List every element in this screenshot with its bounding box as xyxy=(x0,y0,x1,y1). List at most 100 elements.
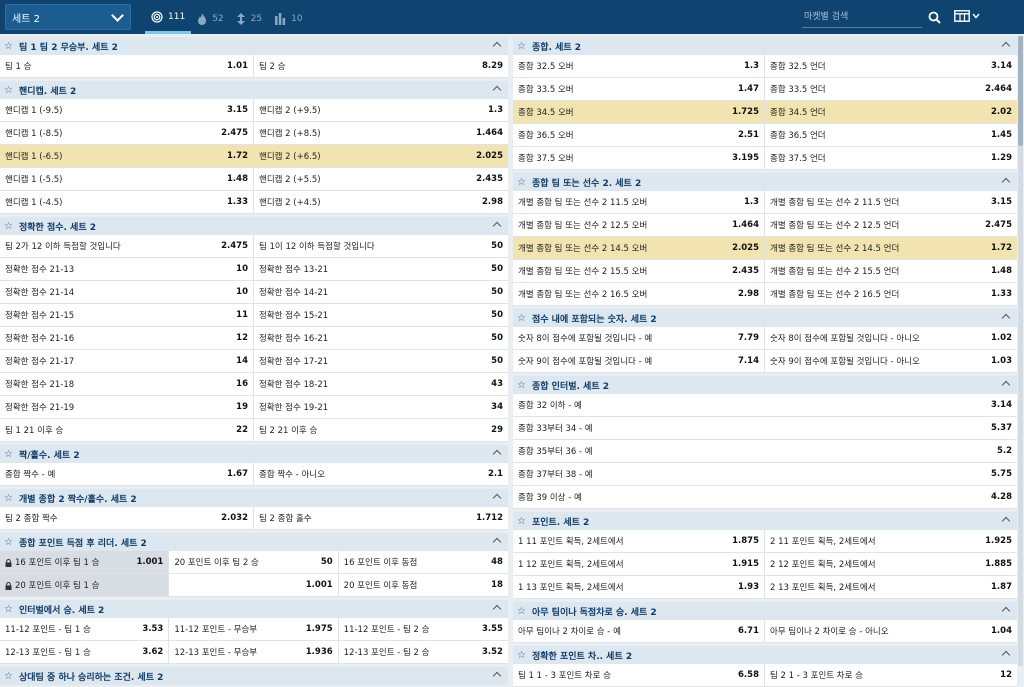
odds-cell[interactable]: 종합 32 이하 - 예 3.14 xyxy=(513,394,1017,416)
market-header[interactable]: ☆ 종합 포인트 득점 후 리더. 세트 2 xyxy=(0,533,508,551)
odds-cell[interactable]: 16 포인트 이후 동점 48 xyxy=(339,551,508,573)
odds-cell[interactable]: 핸디캡 2 (+6.5) 2.025 xyxy=(254,145,508,167)
odds-cell[interactable]: 11-12 포인트 - 무승부 1.975 xyxy=(169,618,339,640)
odds-cell[interactable]: 종합 33부터 34 - 예 5.37 xyxy=(513,417,1017,439)
odds-cell[interactable]: 정확한 점수 19-21 34 xyxy=(254,396,508,418)
layout-toggle-button[interactable] xyxy=(954,10,980,22)
market-header[interactable]: ☆ 종합 팀 또는 선수 2. 세트 2 xyxy=(513,173,1017,191)
market-header[interactable]: ☆ 정확한 점수. 세트 2 xyxy=(0,217,508,235)
collapse-caret-icon[interactable] xyxy=(492,221,502,231)
odds-cell[interactable]: 종합 33.5 언더 2.464 xyxy=(765,78,1017,100)
odds-cell[interactable]: 핸디캡 1 (-9.5) 3.15 xyxy=(0,99,254,121)
odds-cell[interactable]: 12-13 포인트 - 무승부 1.936 xyxy=(169,641,339,663)
odds-cell[interactable]: 팀 2 종합 홀수 1.712 xyxy=(254,507,508,529)
odds-cell[interactable]: 종합 35부터 36 - 예 5.2 xyxy=(513,440,1017,462)
star-icon[interactable]: ☆ xyxy=(517,313,526,324)
collapse-caret-icon[interactable] xyxy=(1001,177,1011,187)
collapse-caret-icon[interactable] xyxy=(1001,380,1011,390)
odds-cell[interactable]: 종합 37.5 오버 3.195 xyxy=(513,147,765,169)
odds-cell[interactable]: 팀 2가 12 이하 득점할 것입니다 2.475 xyxy=(0,235,254,257)
collapse-caret-icon[interactable] xyxy=(492,671,502,681)
collapse-caret-icon[interactable] xyxy=(492,493,502,503)
odds-cell[interactable]: 핸디캡 1 (-5.5) 1.48 xyxy=(0,168,254,190)
market-header[interactable]: ☆ 점수 내에 포함되는 숫자. 세트 2 xyxy=(513,309,1017,327)
odds-cell[interactable]: 팀 2 1 - 3 포인트 차로 승 12 xyxy=(765,664,1017,686)
collapse-caret-icon[interactable] xyxy=(1001,41,1011,51)
odds-cell[interactable]: 정확한 점수 21-16 12 xyxy=(0,327,254,349)
odds-cell[interactable]: 팀 2 승 8.29 xyxy=(254,55,508,77)
odds-cell[interactable]: 정확한 점수 14-21 50 xyxy=(254,281,508,303)
odds-cell[interactable]: 팀 1 승 1.01 xyxy=(0,55,254,77)
odds-cell[interactable]: 20 포인트 이후 팀 2 승 50 xyxy=(169,551,339,573)
odds-cell[interactable]: 12-13 포인트 - 팀 2 승 3.52 xyxy=(339,641,508,663)
odds-cell[interactable]: 정확한 점수 21-14 10 xyxy=(0,281,254,303)
odds-cell[interactable]: 종합 36.5 오버 2.51 xyxy=(513,124,765,146)
collapse-caret-icon[interactable] xyxy=(492,85,502,95)
odds-cell[interactable]: 종합 37부터 38 - 예 5.75 xyxy=(513,463,1017,485)
odds-cell[interactable]: 팀 1 1 - 3 포인트 차로 승 6.58 xyxy=(513,664,765,686)
odds-cell[interactable]: 2 12 포인트 획득, 2세트에서 1.885 xyxy=(765,553,1017,575)
market-header[interactable]: ☆ 짝/홀수. 세트 2 xyxy=(0,445,508,463)
star-icon[interactable]: ☆ xyxy=(4,604,13,615)
odds-cell[interactable]: 종합 32.5 오버 1.3 xyxy=(513,55,765,77)
market-header[interactable]: ☆ 종합 인터벌. 세트 2 xyxy=(513,376,1017,394)
odds-cell[interactable]: 개별 종합 팀 또는 선수 2 11.5 언더 3.15 xyxy=(765,191,1017,213)
odds-cell[interactable]: 1 11 포인트 획득, 2세트에서 1.875 xyxy=(513,530,765,552)
star-icon[interactable]: ☆ xyxy=(4,537,13,548)
odds-cell[interactable]: 핸디캡 2 (+9.5) 1.3 xyxy=(254,99,508,121)
odds-cell[interactable]: 16 포인트 이후 팀 1 승 1.001 xyxy=(0,551,170,573)
odds-cell[interactable]: 정확한 점수 21-18 16 xyxy=(0,373,254,395)
star-icon[interactable]: ☆ xyxy=(4,493,13,504)
star-icon[interactable]: ☆ xyxy=(517,516,526,527)
tab-stats[interactable]: 10 xyxy=(268,3,308,34)
market-header[interactable]: ☆ 팀 1 팀 2 무승부. 세트 2 xyxy=(0,37,508,55)
odds-cell[interactable]: 1.001 xyxy=(169,574,339,596)
star-icon[interactable]: ☆ xyxy=(517,380,526,391)
market-header[interactable]: ☆ 핸디캡. 세트 2 xyxy=(0,81,508,99)
odds-cell[interactable]: 개별 종합 팀 또는 선수 2 16.5 오버 2.98 xyxy=(513,283,765,305)
odds-cell[interactable]: 개별 종합 팀 또는 선수 2 15.5 오버 2.435 xyxy=(513,260,765,282)
search-input[interactable] xyxy=(802,6,922,28)
odds-cell[interactable]: 숫자 9이 점수에 포함될 것입니다 - 아니오 1.03 xyxy=(765,350,1017,372)
odds-cell[interactable]: 종합 36.5 언더 1.45 xyxy=(765,124,1017,146)
market-header[interactable]: ☆ 개별 종합 2 짝수/홀수. 세트 2 xyxy=(0,489,508,507)
odds-cell[interactable]: 정확한 점수 17-21 50 xyxy=(254,350,508,372)
collapse-caret-icon[interactable] xyxy=(492,537,502,547)
star-icon[interactable]: ☆ xyxy=(4,85,13,96)
odds-cell[interactable]: 2 11 포인트 획득, 2세트에서 1.925 xyxy=(765,530,1017,552)
star-icon[interactable]: ☆ xyxy=(517,177,526,188)
collapse-caret-icon[interactable] xyxy=(1001,650,1011,660)
set-select-dropdown[interactable]: 세트 2 xyxy=(5,4,131,30)
odds-cell[interactable]: 숫자 8이 점수에 포함될 것입니다 - 예 7.79 xyxy=(513,327,765,349)
odds-cell[interactable]: 핸디캡 1 (-6.5) 1.72 xyxy=(0,145,254,167)
odds-cell[interactable]: 개별 종합 팀 또는 선수 2 14.5 오버 2.025 xyxy=(513,237,765,259)
odds-cell[interactable]: 팀 1이 12 이하 득점할 것입니다 50 xyxy=(254,235,508,257)
collapse-caret-icon[interactable] xyxy=(492,449,502,459)
odds-cell[interactable]: 개별 종합 팀 또는 선수 2 15.5 언더 1.48 xyxy=(765,260,1017,282)
market-header[interactable]: ☆ 인터벌에서 승. 세트 2 xyxy=(0,600,508,618)
odds-cell[interactable]: 20 포인트 이후 동점 18 xyxy=(339,574,508,596)
scrollbar-thumb[interactable] xyxy=(1018,36,1023,146)
odds-cell[interactable]: 개별 종합 팀 또는 선수 2 11.5 오버 1.3 xyxy=(513,191,765,213)
odds-cell[interactable]: 종합 34.5 언더 2.02 xyxy=(765,101,1017,123)
odds-cell[interactable]: 팀 2 21 이후 승 29 xyxy=(254,419,508,441)
tab-all-markets[interactable]: 111 xyxy=(145,3,192,34)
odds-cell[interactable]: 핸디캡 1 (-4.5) 1.33 xyxy=(0,191,254,213)
odds-cell[interactable]: 20 포인트 이후 팀 1 승 xyxy=(0,574,170,596)
odds-cell[interactable]: 개별 종합 팀 또는 선수 2 14.5 언더 1.72 xyxy=(765,237,1017,259)
star-icon[interactable]: ☆ xyxy=(4,221,13,232)
collapse-caret-icon[interactable] xyxy=(1001,313,1011,323)
odds-cell[interactable]: 1 13 포인트 획득, 2세트에서 1.93 xyxy=(513,576,765,598)
odds-cell[interactable]: 팀 1 21 이후 승 22 xyxy=(0,419,254,441)
odds-cell[interactable]: 아무 팀이나 2 차이로 승 - 아니오 1.04 xyxy=(765,620,1017,642)
odds-cell[interactable]: 정확한 점수 13-21 50 xyxy=(254,258,508,280)
market-header[interactable]: ☆ 포인트. 세트 2 xyxy=(513,512,1017,530)
odds-cell[interactable]: 정확한 점수 18-21 43 xyxy=(254,373,508,395)
odds-cell[interactable]: 12-13 포인트 - 팀 1 승 3.62 xyxy=(0,641,170,663)
odds-cell[interactable]: 개별 종합 팀 또는 선수 2 12.5 언더 2.475 xyxy=(765,214,1017,236)
star-icon[interactable]: ☆ xyxy=(4,671,13,682)
odds-cell[interactable]: 정확한 점수 16-21 50 xyxy=(254,327,508,349)
odds-cell[interactable]: 핸디캡 2 (+5.5) 2.435 xyxy=(254,168,508,190)
odds-cell[interactable]: 2 13 포인트 획득, 2세트에서 1.87 xyxy=(765,576,1017,598)
odds-cell[interactable]: 종합 짝수 - 예 1.67 xyxy=(0,463,254,485)
